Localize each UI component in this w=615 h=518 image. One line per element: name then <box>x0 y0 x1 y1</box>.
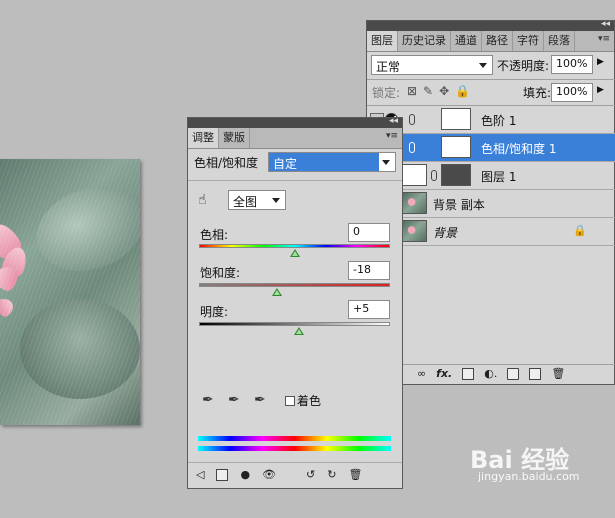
tab-paths[interactable]: 路径 <box>482 31 513 51</box>
eyedropper-minus-icon[interactable]: ✒ <box>254 392 266 408</box>
eye-icon[interactable]: 👁 <box>262 468 276 481</box>
layer-row-hue-saturation[interactable]: 色相/饱和度 1 <box>367 134 615 162</box>
reset-icon[interactable]: ↻ <box>327 468 336 481</box>
chevron-down-icon <box>272 198 280 203</box>
eyedropper-plus-icon[interactable]: ✒ <box>228 392 240 408</box>
rain-overlay <box>0 159 140 425</box>
opacity-label: 不透明度: <box>497 59 550 73</box>
hand-target-icon[interactable]: ☝ <box>198 192 207 208</box>
link-icon[interactable]: ∞ <box>417 367 426 380</box>
new-layer-icon[interactable] <box>529 367 542 380</box>
adjustments-tabs: 调整 蒙版 ▾≡ <box>188 128 402 149</box>
link-icon[interactable] <box>431 170 437 181</box>
panel-title-bar[interactable]: ◂◂ <box>188 116 402 128</box>
layer-mask-thumbnail[interactable] <box>441 164 471 186</box>
adjustment-title: 色相/饱和度 <box>194 156 259 170</box>
layer-name: 背景 <box>433 226 458 240</box>
layer-thumbnail[interactable] <box>401 164 427 186</box>
tab-paragraph[interactable]: 段落 <box>544 31 575 51</box>
trash-icon[interactable]: 🗑 <box>348 468 362 481</box>
divider <box>188 180 402 181</box>
lightness-slider-thumb[interactable] <box>294 327 305 335</box>
trash-icon[interactable]: 🗑 <box>551 367 565 380</box>
chevron-down-icon <box>479 63 487 68</box>
layer-thumbnail[interactable] <box>401 192 427 214</box>
layers-toolbar: ∞ fx. ◐. 🗑 <box>417 367 565 380</box>
preset-value: 自定 <box>273 157 298 171</box>
layers-tabs: 图层 历史记录 通道 路径 字符 段落 ▾≡ <box>367 31 614 52</box>
adjustments-toolbar: ◁ ● 👁 ↺ ↻ 🗑 <box>196 468 362 481</box>
back-arrow-icon[interactable]: ◁ <box>196 468 204 481</box>
divider <box>367 364 615 365</box>
collapse-icon[interactable]: ◂◂ <box>389 116 398 126</box>
folder-icon[interactable] <box>507 367 520 380</box>
opacity-input[interactable]: 100% <box>551 55 593 74</box>
previous-state-icon[interactable]: ↺ <box>306 468 315 481</box>
layer-thumbnail[interactable] <box>401 220 427 242</box>
colorize-label: 着色 <box>297 394 322 408</box>
layer-mask-thumbnail[interactable] <box>441 136 471 158</box>
divider <box>188 462 402 463</box>
hue-slider-track[interactable] <box>199 244 390 248</box>
hue-preview-bar-top <box>198 436 391 441</box>
layer-row-background[interactable]: 背景 🔒 <box>367 218 615 246</box>
channel-value: 全图 <box>233 195 258 209</box>
lightness-input[interactable]: +5 <box>348 300 390 319</box>
clip-icon[interactable] <box>216 468 229 481</box>
eyedropper-icon[interactable]: ✒ <box>202 392 214 408</box>
lightness-label: 明度: <box>200 305 229 319</box>
lock-icon: 🔒 <box>573 224 587 237</box>
toggle-visibility-icon[interactable]: ● <box>240 468 250 481</box>
panel-title-bar[interactable]: ◂◂ <box>367 19 614 31</box>
mask-icon[interactable] <box>462 367 475 380</box>
layer-row-layer1[interactable]: 图层 1 <box>367 162 615 190</box>
saturation-label: 饱和度: <box>200 266 241 280</box>
document-canvas[interactable] <box>0 159 140 425</box>
link-icon[interactable] <box>409 114 415 125</box>
blend-mode-select[interactable]: 正常 <box>371 55 493 75</box>
tab-channels[interactable]: 通道 <box>451 31 482 51</box>
fx-icon[interactable]: fx. <box>436 367 452 380</box>
lock-icons[interactable]: ⊠✎✥🔒 <box>407 84 476 98</box>
tab-masks[interactable]: 蒙版 <box>219 128 250 148</box>
channel-select[interactable]: 全图 <box>228 190 286 210</box>
layer-name: 色相/饱和度 1 <box>481 142 557 156</box>
layer-name: 背景 副本 <box>433 198 485 212</box>
saturation-slider-track[interactable] <box>199 283 390 287</box>
fill-label: 填充: <box>523 86 552 100</box>
layer-row-levels[interactable]: 色阶 1 <box>367 106 615 134</box>
layer-row-background-copy[interactable]: 背景 副本 <box>367 190 615 218</box>
divider <box>367 79 615 80</box>
lightness-slider-track[interactable] <box>199 322 390 326</box>
lock-label: 锁定: <box>372 86 401 100</box>
layer-name: 图层 1 <box>481 170 517 184</box>
tab-adjustments[interactable]: 调整 <box>188 128 219 148</box>
link-icon[interactable] <box>409 142 415 153</box>
hue-label: 色相: <box>200 228 229 242</box>
adjustment-icon[interactable]: ◐. <box>484 367 497 380</box>
collapse-icon[interactable]: ◂◂ <box>601 19 610 29</box>
hue-input[interactable]: 0 <box>348 223 390 242</box>
saturation-input[interactable]: -18 <box>348 261 390 280</box>
preset-select[interactable]: 自定 <box>268 152 396 172</box>
saturation-slider-thumb[interactable] <box>272 288 283 296</box>
fill-arrow-icon[interactable]: ▶ <box>597 85 604 95</box>
adjustments-panel: ◂◂ 调整 蒙版 ▾≡ 色相/饱和度 自定 ☝ 全图 色相: 0 饱和度: -1… <box>187 116 403 489</box>
hue-slider-thumb[interactable] <box>289 249 300 257</box>
chevron-down-icon <box>382 160 390 165</box>
layer-mask-thumbnail[interactable] <box>441 108 471 130</box>
fill-input[interactable]: 100% <box>551 83 593 102</box>
tab-layers[interactable]: 图层 <box>367 31 398 51</box>
blend-mode-value: 正常 <box>376 60 401 74</box>
colorize-checkbox[interactable] <box>285 396 295 406</box>
tab-character[interactable]: 字符 <box>513 31 544 51</box>
watermark-url: jingyan.baidu.com <box>478 470 580 483</box>
layers-panel: ◂◂ 图层 历史记录 通道 路径 字符 段落 ▾≡ 正常 不透明度: 100% … <box>366 19 615 385</box>
opacity-arrow-icon[interactable]: ▶ <box>597 57 604 67</box>
hue-preview-bar-bottom <box>198 446 391 451</box>
tab-history[interactable]: 历史记录 <box>398 31 451 51</box>
layer-name: 色阶 1 <box>481 114 517 128</box>
panel-menu-icon[interactable]: ▾≡ <box>598 34 610 44</box>
panel-menu-icon[interactable]: ▾≡ <box>386 131 398 141</box>
